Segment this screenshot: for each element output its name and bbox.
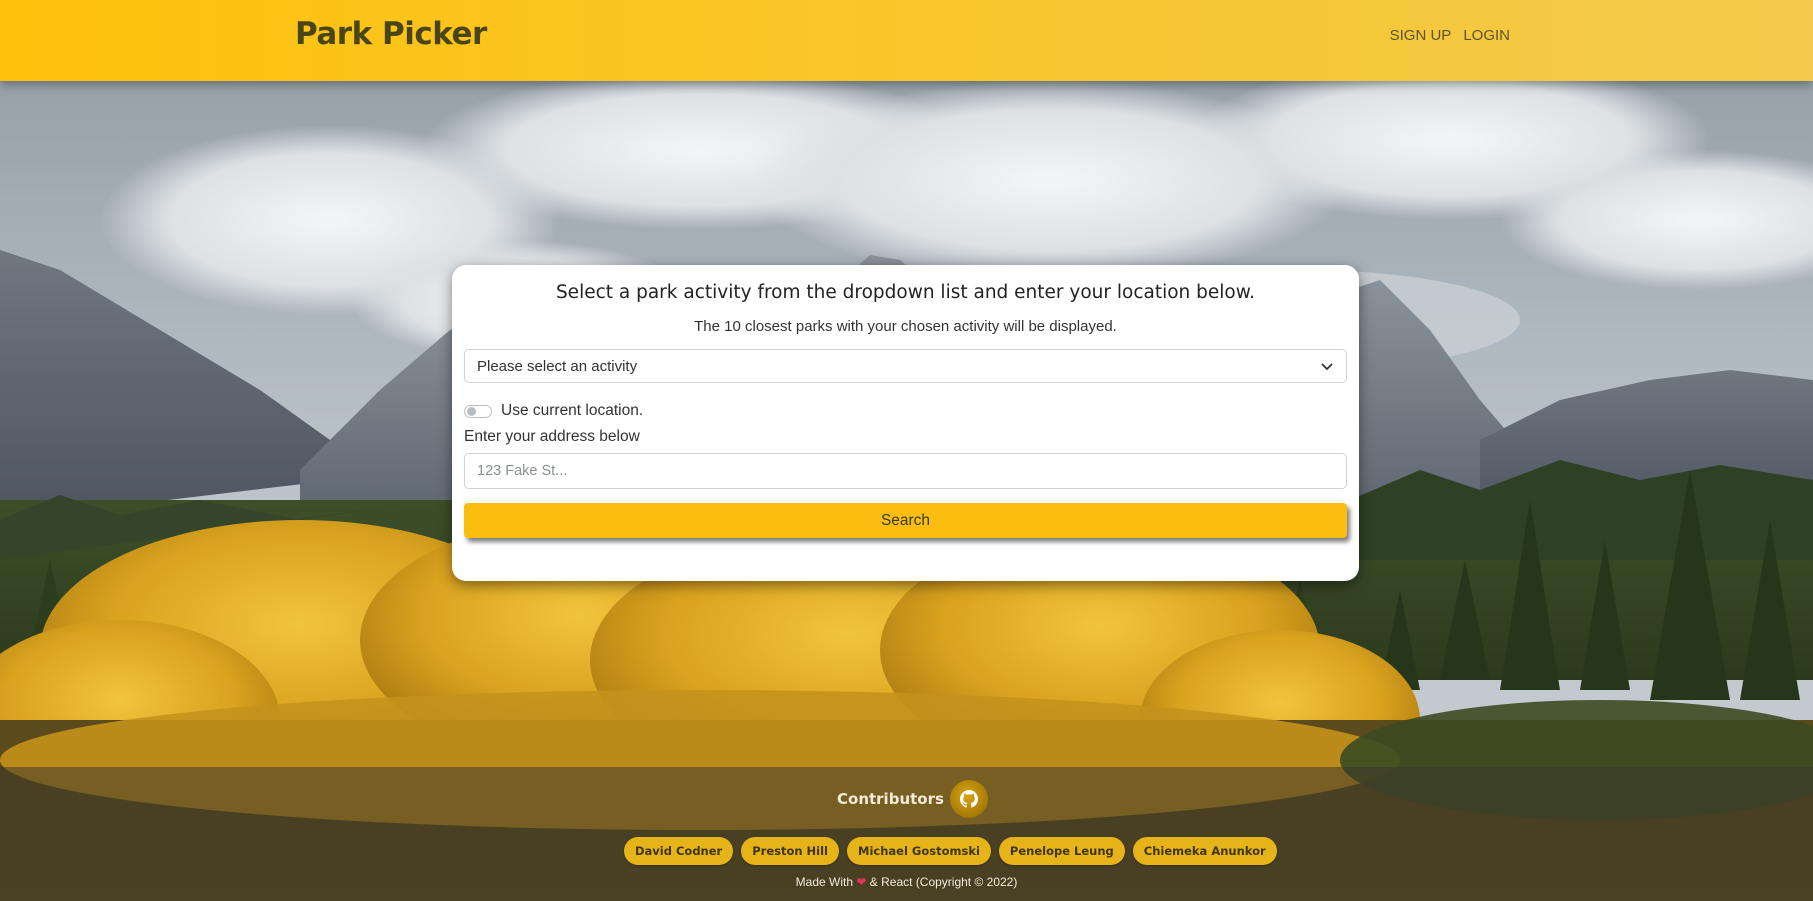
chevron-down-icon	[1321, 363, 1333, 371]
contributor-pill[interactable]: David Codner	[624, 837, 734, 865]
card-title: Select a park activity from the dropdown…	[555, 282, 1256, 303]
use-location-toggle[interactable]	[464, 404, 492, 418]
contributor-pill[interactable]: Preston Hill	[741, 837, 840, 865]
brand-logo[interactable]: Park Picker	[295, 16, 487, 52]
use-location-label[interactable]: Use current location.	[501, 402, 643, 420]
search-card: Select a park activity from the dropdown…	[452, 265, 1359, 581]
sign-up-link[interactable]: SIGN UP	[1390, 27, 1452, 44]
toggle-knob	[467, 406, 476, 416]
address-label: Enter your address below	[464, 428, 640, 445]
made-with-credit: Made With ❤ & React (Copyright © 2022)	[0, 875, 1813, 889]
contributors-title: Contributors	[837, 790, 944, 808]
made-with-suffix: & React (Copyright © 2022)	[869, 875, 1018, 889]
contributor-pill[interactable]: Chiemeka Anunkor	[1132, 837, 1277, 865]
activity-select[interactable]: Please select an activity	[464, 349, 1347, 383]
github-glyph	[959, 790, 978, 808]
contributor-pill[interactable]: Michael Gostomski	[847, 837, 991, 865]
nav-links: SIGN UP LOGIN	[1390, 27, 1510, 44]
contributor-pill[interactable]: Penelope Leung	[998, 837, 1125, 865]
use-location-row: Use current location.	[464, 402, 1347, 420]
made-with-prefix: Made With	[795, 875, 854, 889]
github-icon[interactable]	[949, 780, 988, 818]
contributors-header: Contributors	[837, 780, 988, 818]
activity-select-value: Please select an activity	[477, 358, 638, 375]
login-link[interactable]: LOGIN	[1463, 27, 1510, 44]
top-navbar: Park Picker SIGN UP LOGIN	[0, 0, 1813, 81]
footer: Contributors David Codner Preston Hill M…	[0, 767, 1813, 901]
search-button[interactable]: Search	[464, 503, 1347, 538]
contributor-list: David Codner Preston Hill Michael Gostom…	[624, 837, 1277, 865]
card-subtitle: The 10 closest parks with your chosen ac…	[694, 318, 1117, 335]
address-input[interactable]	[464, 453, 1347, 489]
heart-icon: ❤	[856, 875, 867, 889]
